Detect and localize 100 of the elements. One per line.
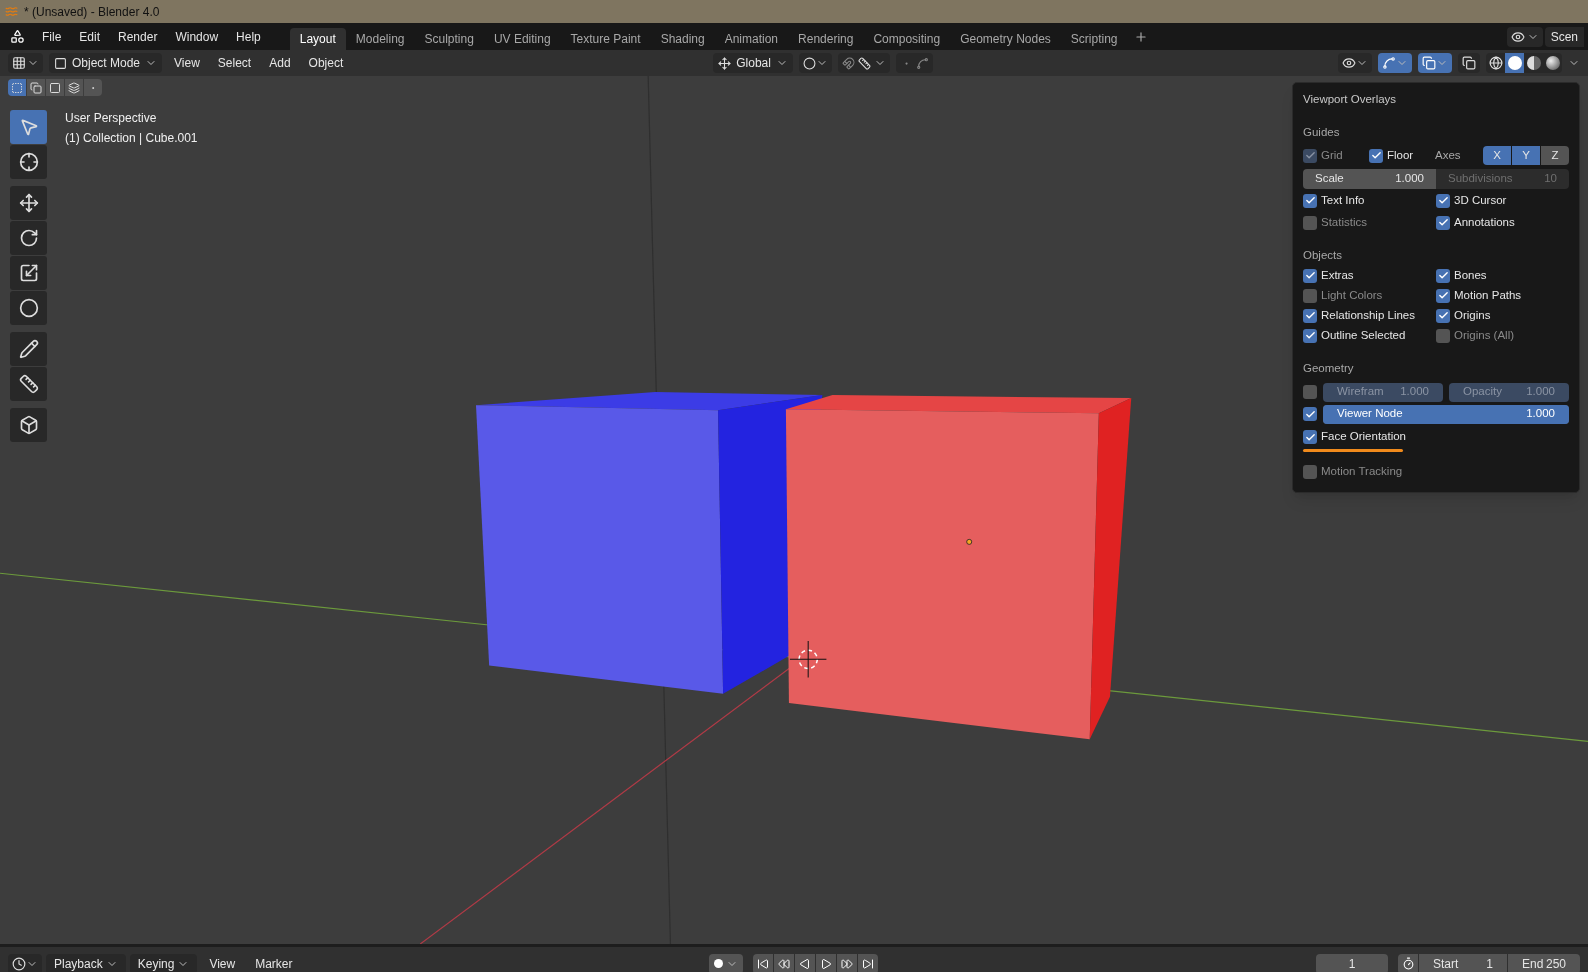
menu-item[interactable]: Render	[109, 27, 167, 46]
tool-button[interactable]	[10, 332, 47, 366]
overlay-toggle[interactable]	[1418, 53, 1452, 73]
workspace-tab[interactable]: Sculpting	[414, 28, 484, 50]
gizmo-toggle[interactable]	[1378, 53, 1412, 73]
tool-button[interactable]	[10, 186, 47, 220]
checkbox[interactable]	[1303, 193, 1317, 208]
checkbox-label: Extras	[1321, 268, 1354, 284]
proportional-edit-button[interactable]	[895, 53, 933, 73]
prev-keyframe-button[interactable]	[774, 953, 794, 972]
select-mode-button[interactable]	[8, 79, 26, 96]
checkbox[interactable]	[1369, 148, 1383, 163]
object-icon	[54, 56, 67, 70]
checkbox[interactable]	[1436, 193, 1450, 208]
checkbox[interactable]	[1303, 268, 1317, 283]
checkbox[interactable]	[1303, 385, 1317, 399]
workspace-tab[interactable]: Layout	[289, 28, 346, 50]
workspace-tab[interactable]: UV Editing	[483, 28, 561, 50]
menu-item[interactable]: File	[33, 27, 71, 46]
shading-mode-button[interactable]	[1486, 53, 1505, 73]
checkbox[interactable]	[1436, 215, 1450, 230]
workspace-tab[interactable]: Compositing	[863, 28, 951, 50]
scene-field[interactable]: Scen	[1544, 26, 1584, 47]
checkbox-label: Grid	[1321, 147, 1343, 163]
start-frame-field[interactable]: Start 1	[1419, 953, 1507, 972]
shading-mode-button[interactable]	[1543, 53, 1562, 73]
axis-toggle[interactable]: Z	[1541, 146, 1569, 165]
jump-end-button[interactable]	[858, 953, 878, 972]
editor-type-button[interactable]	[8, 53, 43, 73]
shading-mode-button[interactable]	[1505, 53, 1524, 73]
tool-button[interactable]	[10, 367, 47, 401]
tool-button[interactable]	[10, 408, 47, 442]
checkbox[interactable]	[1303, 328, 1317, 343]
workspace-tab[interactable]: Scripting	[1060, 28, 1128, 50]
current-frame-field[interactable]: 1	[1316, 953, 1388, 972]
checkbox[interactable]	[1303, 465, 1317, 479]
editor-type-button[interactable]	[8, 953, 42, 972]
select-mode-button[interactable]	[65, 79, 83, 96]
section-title: Objects	[1303, 247, 1343, 263]
header-menu-item[interactable]: View	[168, 54, 206, 72]
header-menu-item[interactable]: Select	[211, 54, 258, 72]
checkbox[interactable]	[1303, 215, 1317, 230]
pivot-button[interactable]	[798, 53, 832, 73]
checkbox[interactable]	[1436, 288, 1450, 303]
select-mode-button[interactable]	[46, 79, 64, 96]
checkbox[interactable]	[1436, 328, 1450, 343]
checkbox-label: Bones	[1454, 268, 1487, 284]
timeline-menu-item[interactable]: Playback	[46, 953, 126, 972]
checkbox[interactable]	[1303, 407, 1317, 421]
play-reverse-button[interactable]	[795, 953, 815, 972]
workspace-tab[interactable]: Geometry Nodes	[950, 28, 1061, 50]
origin-dot	[966, 538, 973, 545]
cursor-icon	[18, 152, 39, 172]
checkbox[interactable]	[1303, 308, 1317, 323]
tool-button[interactable]	[10, 145, 47, 179]
shading-mode-button[interactable]	[1524, 53, 1543, 73]
workspace-tab[interactable]: Rendering	[788, 28, 864, 50]
xray-toggle[interactable]	[1458, 53, 1480, 73]
tool-button[interactable]	[10, 291, 47, 325]
select-mode-button[interactable]	[27, 79, 45, 96]
viewer-node-slider[interactable]: Viewer Node 1.000	[1323, 404, 1569, 424]
end-frame-field[interactable]: End 250	[1508, 953, 1580, 972]
visibility-button[interactable]	[1338, 53, 1372, 73]
jump-start-button[interactable]	[753, 953, 773, 972]
next-keyframe-button[interactable]	[837, 953, 857, 972]
tool-button[interactable]	[10, 221, 47, 255]
add-workspace-icon[interactable]	[1133, 29, 1148, 44]
play-button[interactable]	[816, 953, 836, 972]
header-menu-item[interactable]: Add	[263, 54, 297, 72]
record-button[interactable]	[709, 953, 743, 972]
axis-toggle[interactable]: X	[1483, 146, 1511, 165]
stopwatch-icon	[1401, 957, 1415, 971]
workspace-tab[interactable]: Texture Paint	[560, 28, 651, 50]
orientation-dropdown[interactable]: Global	[713, 53, 793, 73]
checkbox[interactable]	[1303, 430, 1317, 444]
menu-item[interactable]: Edit	[70, 27, 110, 46]
move-icon	[18, 193, 39, 213]
scene-selector-button[interactable]	[1506, 26, 1543, 47]
axis-toggle[interactable]: Y	[1512, 146, 1540, 165]
checkbox[interactable]	[1303, 288, 1317, 303]
tool-button[interactable]	[10, 256, 47, 290]
mode-dropdown[interactable]: Object Mode	[49, 53, 163, 73]
timeline-menu-item[interactable]: View	[201, 953, 244, 972]
checkbox-label: Origins (All)	[1454, 328, 1515, 344]
axes-label: Axes	[1435, 147, 1462, 163]
checkbox-label: 3D Cursor	[1454, 192, 1507, 208]
number-field[interactable]: Scale 1.000	[1303, 168, 1436, 189]
workspace-tab[interactable]: Animation	[714, 28, 789, 50]
checkbox[interactable]	[1436, 268, 1450, 283]
workspace-tab[interactable]: Modeling	[345, 28, 415, 50]
checkbox[interactable]	[1436, 308, 1450, 323]
dashed-square-icon	[11, 81, 23, 94]
workspace-tab[interactable]: Shading	[650, 28, 715, 50]
timeline-menu-item[interactable]: Marker	[247, 953, 301, 972]
snap-button[interactable]	[837, 53, 890, 73]
timeline-menu-item[interactable]: Keying	[129, 953, 198, 972]
menu-item[interactable]: Window	[166, 27, 228, 46]
header-menu-item[interactable]: Object	[302, 54, 350, 72]
menu-item[interactable]: Help	[227, 27, 270, 46]
preview-range-button[interactable]	[1398, 953, 1418, 972]
